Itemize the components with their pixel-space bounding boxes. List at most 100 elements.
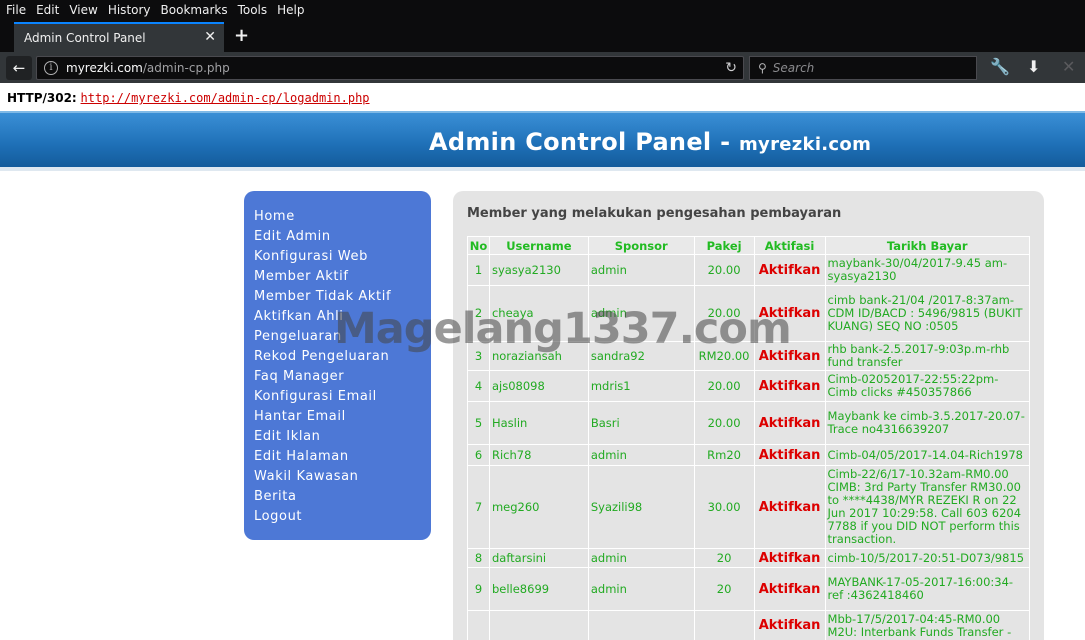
cell-tarikh-bayar: rhb bank-2.5.2017-9:03p.m-rhb fund trans… bbox=[824, 341, 1031, 371]
menu-help[interactable]: Help bbox=[277, 3, 304, 17]
menu-bookmarks[interactable]: Bookmarks bbox=[161, 3, 228, 17]
banner-title-text: Admin Control Panel - bbox=[429, 128, 739, 156]
http-status: HTTP/302: bbox=[7, 91, 77, 105]
cell-sponsor: Syazili98 bbox=[587, 465, 695, 549]
cell-username: Haslin bbox=[488, 401, 589, 445]
cell-no: 5 bbox=[467, 401, 490, 445]
column-header-tarikh-bayar: Tarikh Bayar bbox=[824, 236, 1031, 255]
cell-tarikh-bayar: maybank-30/04/2017-9.45 am-syasya2130 bbox=[824, 254, 1031, 286]
cell-username: daftarsini bbox=[488, 548, 589, 568]
sidebar-item-edit-halaman[interactable]: Edit Halaman bbox=[244, 447, 431, 467]
column-header-aktifasi: Aktifasi bbox=[753, 236, 826, 255]
table-row: Aktifkan Mbb-17/5/2017-04:45-RM0.00 M2U: … bbox=[467, 610, 1031, 640]
cell-no: 3 bbox=[467, 341, 490, 371]
tab-bar: Admin Control Panel ✕ bbox=[0, 20, 1085, 52]
cell-sponsor: sandra92 bbox=[587, 341, 695, 371]
cell-pakej: 20.00 bbox=[693, 370, 755, 402]
aktifkan-link[interactable]: Aktifkan bbox=[753, 254, 826, 286]
aktifkan-link[interactable]: Aktifkan bbox=[753, 401, 826, 445]
column-header-sponsor: Sponsor bbox=[587, 236, 695, 255]
sidebar-item-konfigurasi-email[interactable]: Konfigurasi Email bbox=[244, 387, 431, 407]
search-input[interactable]: ⚲ Search bbox=[749, 56, 977, 80]
sidebar-item-edit-admin[interactable]: Edit Admin bbox=[244, 227, 431, 247]
sidebar-item-member-aktif[interactable]: Member Aktif bbox=[244, 267, 431, 287]
download-icon[interactable]: ⬇ bbox=[1027, 57, 1040, 76]
aktifkan-link[interactable]: Aktifkan bbox=[753, 567, 826, 611]
sidebar-item-home[interactable]: Home bbox=[244, 207, 431, 227]
cell-username bbox=[488, 610, 589, 640]
table-row: 1 syasya2130 admin 20.00 Aktifkan maybank-30/… bbox=[467, 254, 1031, 286]
url-host: myrezki.com bbox=[66, 61, 143, 75]
cell-sponsor: admin bbox=[587, 548, 695, 568]
cell-tarikh-bayar: Cimb-22/6/17-10.32am-RM0.00 CIMB: 3rd Pa… bbox=[824, 465, 1031, 549]
close-x-icon[interactable]: ✕ bbox=[1062, 57, 1075, 76]
back-arrow-icon[interactable]: ← bbox=[6, 56, 32, 80]
cell-sponsor: Basri bbox=[587, 401, 695, 445]
payment-table: No Username Sponsor Pakej Aktifasi Tarik… bbox=[467, 236, 1031, 640]
http-status-line: HTTP/302: http://myrezki.com/admin-cp/lo… bbox=[0, 83, 1085, 111]
redirect-link[interactable]: http://myrezki.com/admin-cp/logadmin.php bbox=[81, 91, 370, 105]
cell-pakej bbox=[693, 610, 755, 640]
cell-no: 4 bbox=[467, 370, 490, 402]
info-icon[interactable]: i bbox=[44, 61, 58, 75]
cell-tarikh-bayar: MAYBANK-17-05-2017-16:00:34-ref :4362418… bbox=[824, 567, 1031, 611]
sidebar-item-edit-iklan[interactable]: Edit Iklan bbox=[244, 427, 431, 447]
cell-pakej: 30.00 bbox=[693, 465, 755, 549]
nav-bar: ← i myrezki.com /admin-cp.php ↻ ⚲ Search bbox=[0, 52, 1085, 83]
sidebar-item-hantar-email[interactable]: Hantar Email bbox=[244, 407, 431, 427]
aktifkan-link[interactable]: Aktifkan bbox=[753, 444, 826, 466]
cell-tarikh-bayar: Maybank ke cimb-3.5.2017-20.07-Trace no4… bbox=[824, 401, 1031, 445]
table-row: 7 meg260 Syazili98 30.00 Aktifkan Cimb-22/6/1… bbox=[467, 465, 1031, 549]
tab-admin-control-panel[interactable]: Admin Control Panel ✕ bbox=[14, 22, 224, 52]
sidebar-item-rekod-pengeluaran[interactable]: Rekod Pengeluaran bbox=[244, 347, 431, 367]
url-path: /admin-cp.php bbox=[142, 61, 230, 75]
aktifkan-link[interactable]: Aktifkan bbox=[753, 465, 826, 549]
menu-history[interactable]: History bbox=[108, 3, 151, 17]
cell-pakej: 20.00 bbox=[693, 285, 755, 342]
close-icon[interactable]: ✕ bbox=[204, 29, 216, 45]
sidebar-item-faq-manager[interactable]: Faq Manager bbox=[244, 367, 431, 387]
cell-pakej: RM20.00 bbox=[693, 341, 755, 371]
aktifkan-link[interactable]: Aktifkan bbox=[753, 370, 826, 402]
cell-pakej: 20 bbox=[693, 548, 755, 568]
table-row: 5 Haslin Basri 20.00 Aktifkan Maybank ke cimb… bbox=[467, 401, 1031, 445]
sidebar-item-pengeluaran[interactable]: Pengeluaran bbox=[244, 327, 431, 347]
cell-username: belle8699 bbox=[488, 567, 589, 611]
cell-tarikh-bayar: cimb-10/5/2017-20:51-D073/9815 bbox=[824, 548, 1031, 568]
new-tab-icon[interactable]: + bbox=[234, 25, 249, 46]
cell-username: syasya2130 bbox=[488, 254, 589, 286]
menu-edit[interactable]: Edit bbox=[36, 3, 59, 17]
url-bar[interactable]: i myrezki.com /admin-cp.php ↻ bbox=[36, 56, 744, 80]
aktifkan-link[interactable]: Aktifkan bbox=[753, 610, 826, 640]
cell-no bbox=[467, 610, 490, 640]
sidebar-item-wakil-kawasan[interactable]: Wakil Kawasan bbox=[244, 467, 431, 487]
aktifkan-link[interactable]: Aktifkan bbox=[753, 285, 826, 342]
menu-file[interactable]: File bbox=[6, 3, 26, 17]
sidebar-item-aktifkan-ahli[interactable]: Aktifkan Ahli bbox=[244, 307, 431, 327]
sidebar-item-berita[interactable]: Berita bbox=[244, 487, 431, 507]
reload-icon[interactable]: ↻ bbox=[725, 60, 737, 76]
table-header-row: No Username Sponsor Pakej Aktifasi Tarik… bbox=[467, 236, 1031, 255]
cell-sponsor: admin bbox=[587, 285, 695, 342]
wrench-icon[interactable]: 🔧 bbox=[990, 57, 1010, 76]
cell-sponsor: admin bbox=[587, 254, 695, 286]
menu-tools[interactable]: Tools bbox=[238, 3, 268, 17]
search-placeholder: Search bbox=[772, 61, 815, 75]
aktifkan-link[interactable]: Aktifkan bbox=[753, 548, 826, 568]
sidebar-item-member-tidak-aktif[interactable]: Member Tidak Aktif bbox=[244, 287, 431, 307]
header-banner: Admin Control Panel - myrezki.com bbox=[0, 111, 1085, 167]
cell-sponsor: admin bbox=[587, 567, 695, 611]
aktifkan-link[interactable]: Aktifkan bbox=[753, 341, 826, 371]
cell-no: 6 bbox=[467, 444, 490, 466]
sidebar-item-konfigurasi-web[interactable]: Konfigurasi Web bbox=[244, 247, 431, 267]
main-panel: Member yang melakukan pengesahan pembaya… bbox=[453, 191, 1044, 640]
cell-username: ajs08098 bbox=[488, 370, 589, 402]
sidebar-item-logout[interactable]: Logout bbox=[244, 507, 431, 527]
column-header-no: No bbox=[467, 236, 490, 255]
banner-site-name: myrezki.com bbox=[739, 134, 872, 155]
cell-pakej: 20 bbox=[693, 567, 755, 611]
sidebar-menu: Home Edit Admin Konfigurasi Web Member A… bbox=[244, 191, 431, 540]
cell-username: Rich78 bbox=[488, 444, 589, 466]
tab-title: Admin Control Panel bbox=[24, 31, 146, 45]
menu-view[interactable]: View bbox=[69, 3, 97, 17]
